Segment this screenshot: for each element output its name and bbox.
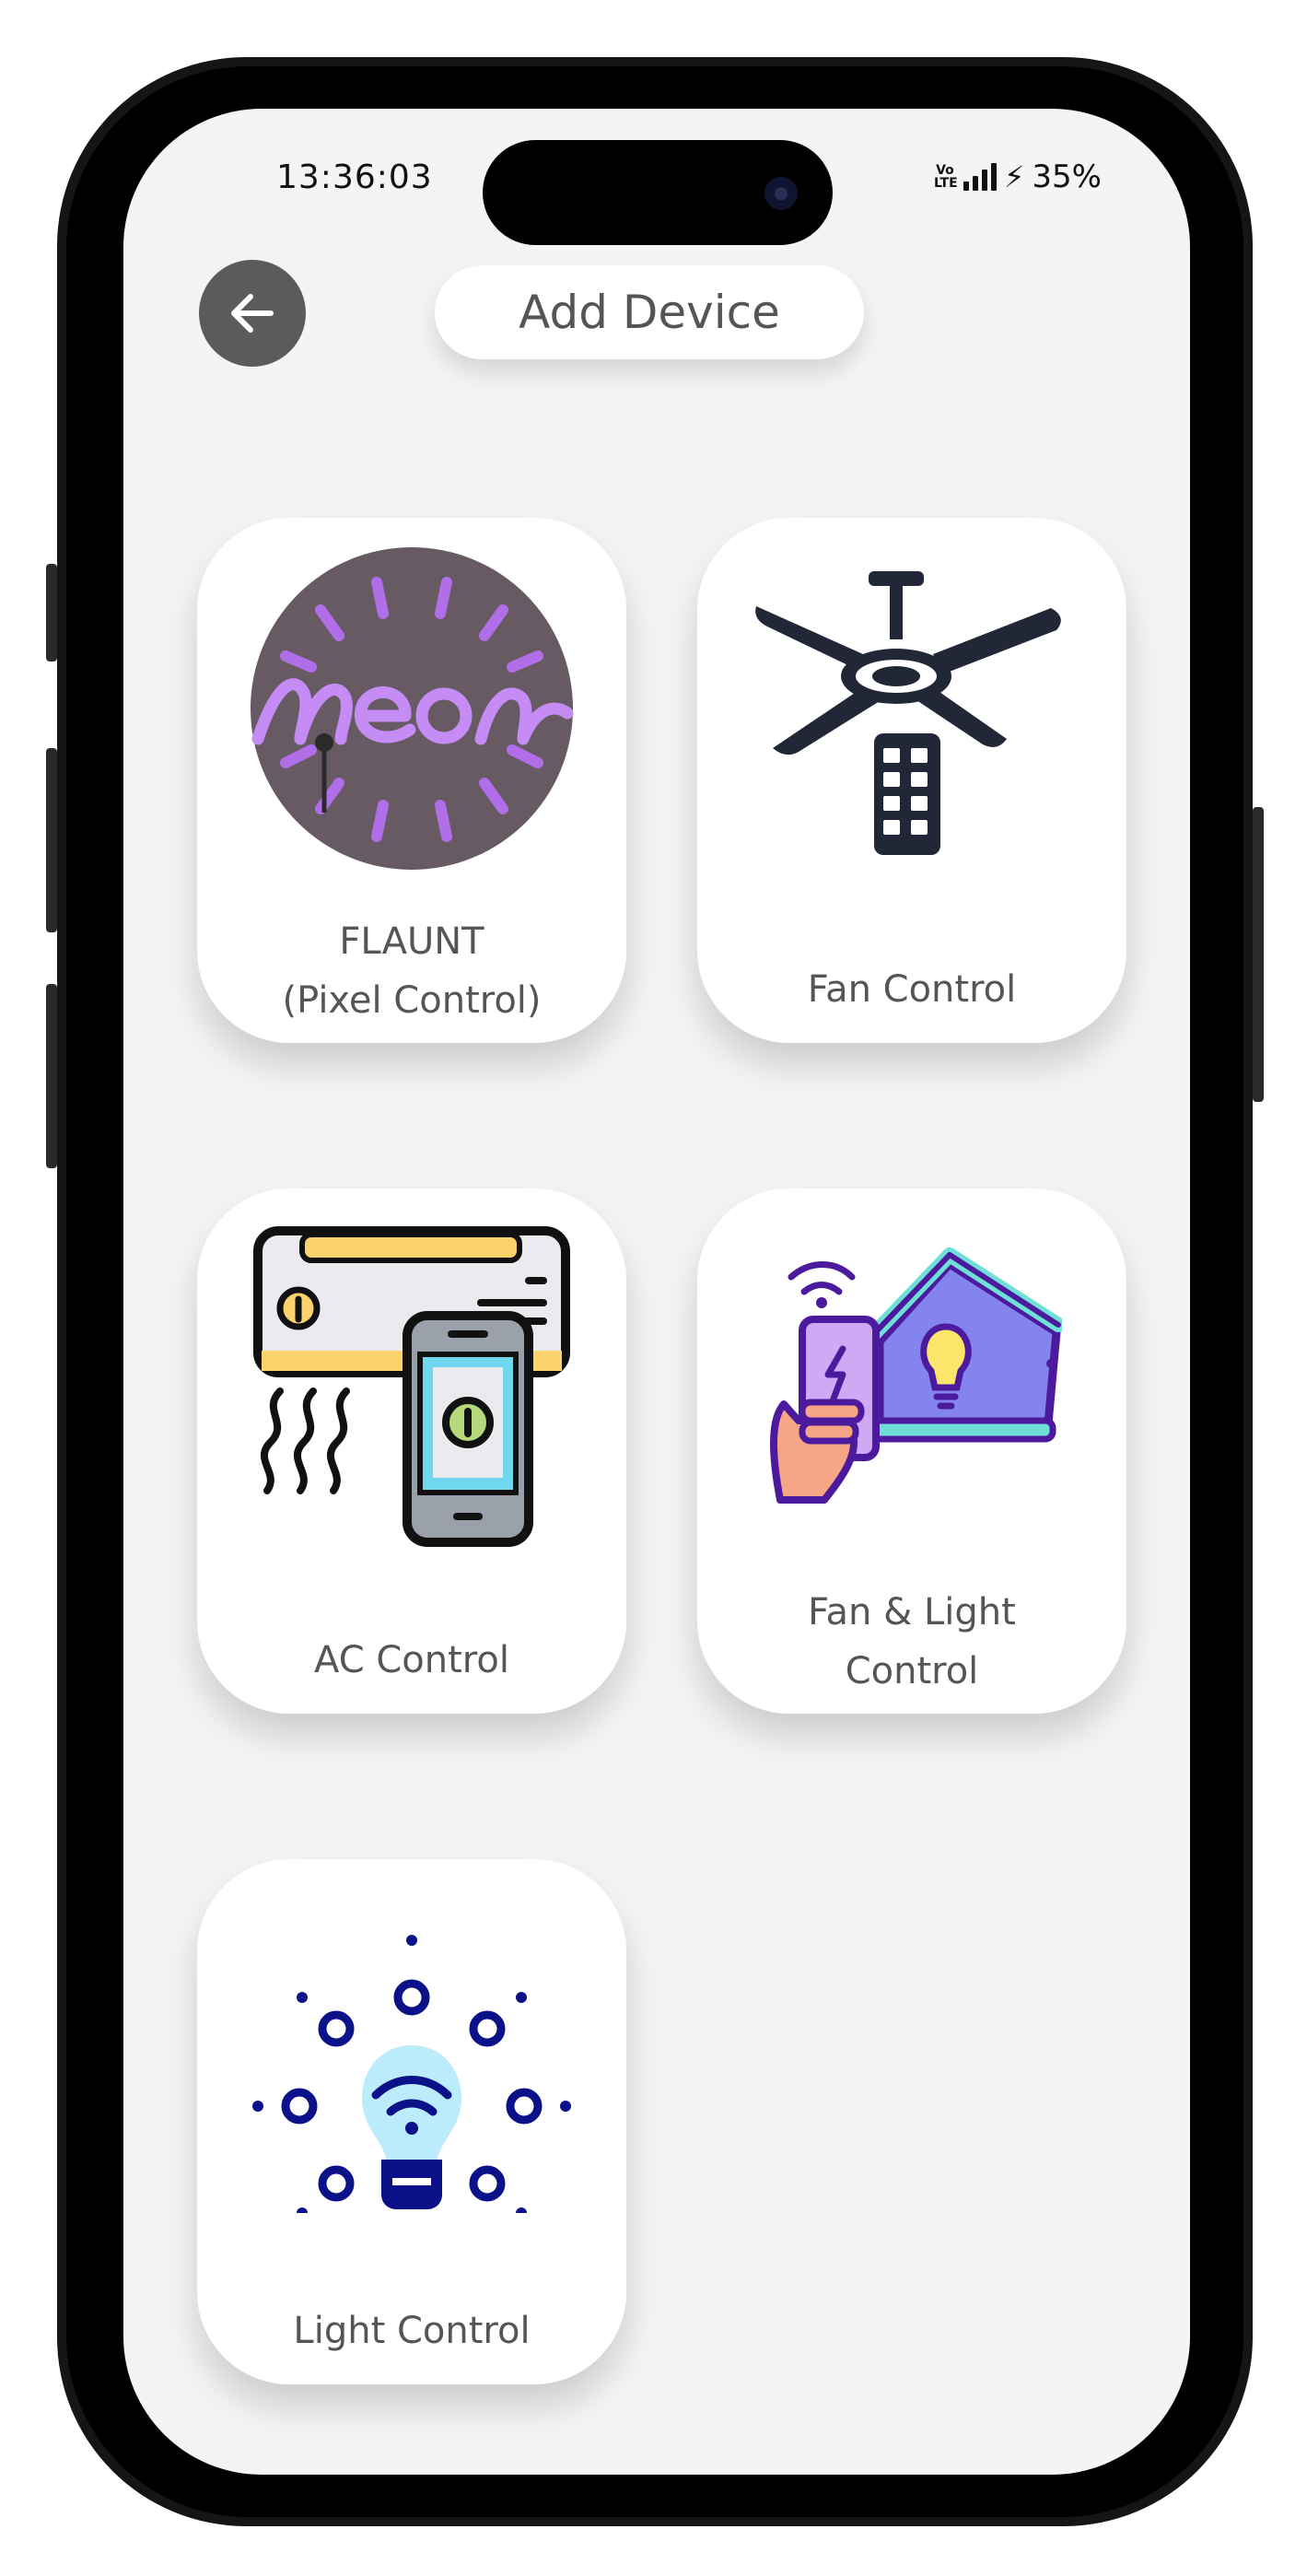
ceiling-fan-remote-icon (755, 571, 1061, 855)
device-card-light-control[interactable]: Light Control (197, 1859, 626, 2384)
device-label-line1: FLAUNT (339, 920, 484, 963)
device-card-fan-light-control[interactable]: Fan & Light Control (697, 1188, 1126, 1714)
app-screen: 13:36:03 Vo LTE ⚡ 35% Add Device FLAUNT … (123, 109, 1190, 2475)
device-card-flaunt[interactable]: FLAUNT (Pixel Control) (197, 518, 626, 1043)
device-label: FLAUNT (Pixel Control) (197, 912, 626, 1030)
volume-down-button (46, 984, 57, 1168)
smart-bulb-icon (252, 1935, 571, 2213)
device-label: Light Control (293, 2310, 531, 2352)
neon-sign-icon (251, 547, 574, 870)
arrow-left-icon (231, 294, 274, 333)
status-indicators: Vo LTE ⚡ 35% (934, 157, 1102, 197)
device-label: AC Control (314, 1639, 509, 1681)
power-button (1253, 807, 1264, 1102)
device-label-line1: Fan & Light (808, 1591, 1016, 1633)
device-label: Fan Control (807, 968, 1017, 1011)
camera-icon (764, 177, 798, 210)
charging-icon: ⚡ (1003, 159, 1025, 194)
device-label: Fan & Light Control (697, 1583, 1126, 1701)
signal-icon (963, 163, 997, 191)
device-label-line2: (Pixel Control) (282, 979, 542, 1022)
dynamic-island (483, 140, 833, 245)
device-card-ac-control[interactable]: AC Control (197, 1188, 626, 1714)
device-card-fan-control[interactable]: Fan Control (697, 518, 1126, 1043)
ac-phone-control-icon (253, 1226, 570, 1547)
page-title: Add Device (435, 265, 864, 359)
action-button (46, 564, 57, 662)
status-time: 13:36:03 (276, 158, 433, 196)
volume-up-button (46, 748, 57, 932)
volte-icon: Vo LTE (933, 163, 958, 191)
back-button[interactable] (199, 260, 306, 367)
smart-home-phone-icon (770, 1247, 1062, 1504)
battery-level: 35% (1032, 158, 1102, 195)
device-label-line2: Control (845, 1650, 979, 1692)
